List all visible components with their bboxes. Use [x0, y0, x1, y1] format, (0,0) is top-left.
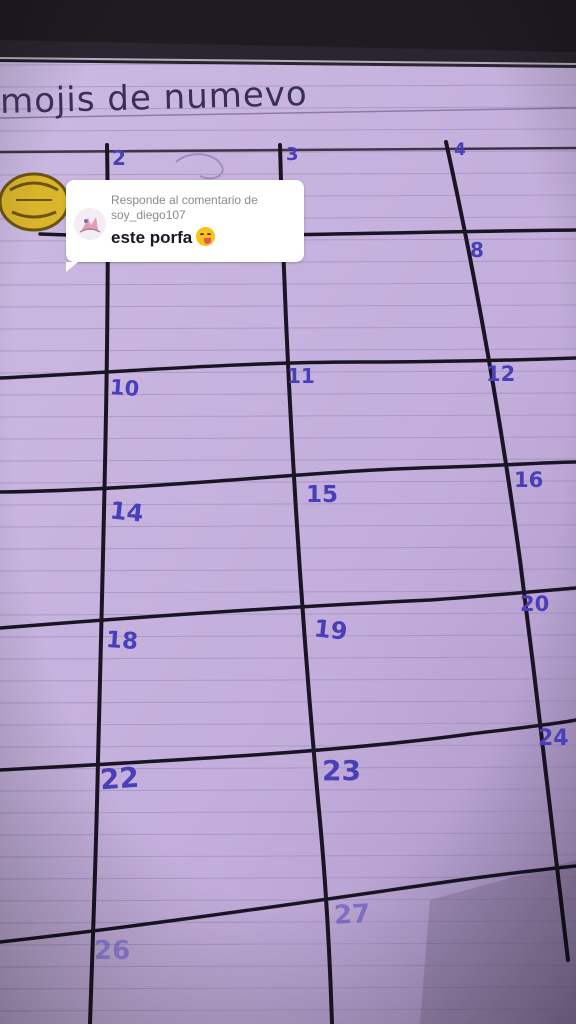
- cell-number: 14: [108, 496, 145, 528]
- reply-comment-body: este porfa: [111, 228, 193, 247]
- cell-number: 12: [486, 362, 516, 386]
- cell-number: 20: [520, 592, 550, 616]
- cell-number: 23: [322, 754, 361, 787]
- cell-number: 10: [109, 375, 141, 401]
- cell-number: 4: [454, 140, 466, 160]
- paper-heading: mojis de numevo: [0, 73, 309, 123]
- cell-number: 26: [94, 936, 131, 966]
- reply-header: Responde al comentario de soy_diego107: [111, 193, 258, 222]
- cell-number: 19: [312, 614, 349, 646]
- cell-number: 24: [538, 726, 569, 751]
- cell-number: 16: [514, 468, 544, 492]
- cell-number: 15: [306, 482, 339, 508]
- cell-number: 22: [98, 760, 141, 797]
- cell-number: 2: [112, 146, 126, 170]
- commenter-avatar: [74, 208, 106, 240]
- cell-number: 11: [287, 364, 315, 388]
- cell-number: 27: [333, 899, 371, 931]
- comment-reply-sticker[interactable]: Responde al comentario de soy_diego107 e…: [66, 180, 304, 272]
- cell-number: 3: [286, 144, 299, 165]
- savoring-food-emoji-icon: [196, 227, 216, 246]
- reply-comment-text: este porfa: [111, 227, 216, 248]
- cell-number: 18: [105, 626, 139, 656]
- cell-number: 8: [470, 238, 484, 262]
